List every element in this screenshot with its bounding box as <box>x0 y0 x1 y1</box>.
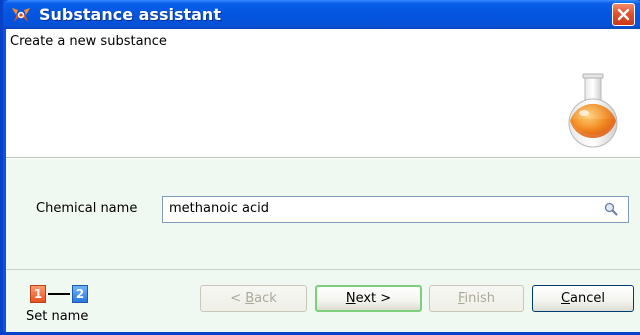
window-title: Substance assistant <box>39 5 221 24</box>
chemical-name-input[interactable]: methanoic acid <box>162 196 629 223</box>
step-connector <box>48 293 70 295</box>
step-indicator-2: 2 <box>72 285 88 303</box>
step-indicator-1: 1 <box>30 285 46 303</box>
close-button[interactable] <box>612 3 635 26</box>
dialog-content: Create a new substance Chemical name met… <box>6 29 640 332</box>
header-pane: Create a new substance <box>6 29 640 158</box>
footer-pane: 1 2 Set name < Back Next > Finish Cancel <box>6 269 640 332</box>
app-icon <box>12 8 30 22</box>
step-caption: Set name <box>26 309 89 324</box>
chemical-name-label: Chemical name <box>36 201 138 216</box>
cancel-button[interactable]: Cancel <box>532 285 634 312</box>
finish-button[interactable]: Finish <box>429 285 524 312</box>
next-mnemonic: N <box>345 291 356 306</box>
chemical-name-value[interactable]: methanoic acid <box>169 201 269 216</box>
close-icon <box>617 8 630 21</box>
cancel-mnemonic: C <box>560 291 571 306</box>
search-icon[interactable] <box>604 202 618 216</box>
flask-icon <box>568 73 618 148</box>
form-pane: Chemical name methanoic acid <box>6 159 640 269</box>
finish-label-rest: inish <box>464 291 496 306</box>
title-bar[interactable]: Substance assistant <box>3 0 640 29</box>
back-button[interactable]: < Back <box>200 285 307 312</box>
next-button[interactable]: Next > <box>315 285 422 312</box>
back-prefix: < <box>230 291 246 306</box>
dialog-window: Substance assistant Create a new substan… <box>0 0 640 335</box>
back-mnemonic: B <box>245 291 255 306</box>
page-title: Create a new substance <box>10 34 167 49</box>
back-label-rest: ack <box>254 291 277 306</box>
next-label-rest: ext > <box>355 291 392 306</box>
cancel-label-rest: ancel <box>570 291 606 306</box>
